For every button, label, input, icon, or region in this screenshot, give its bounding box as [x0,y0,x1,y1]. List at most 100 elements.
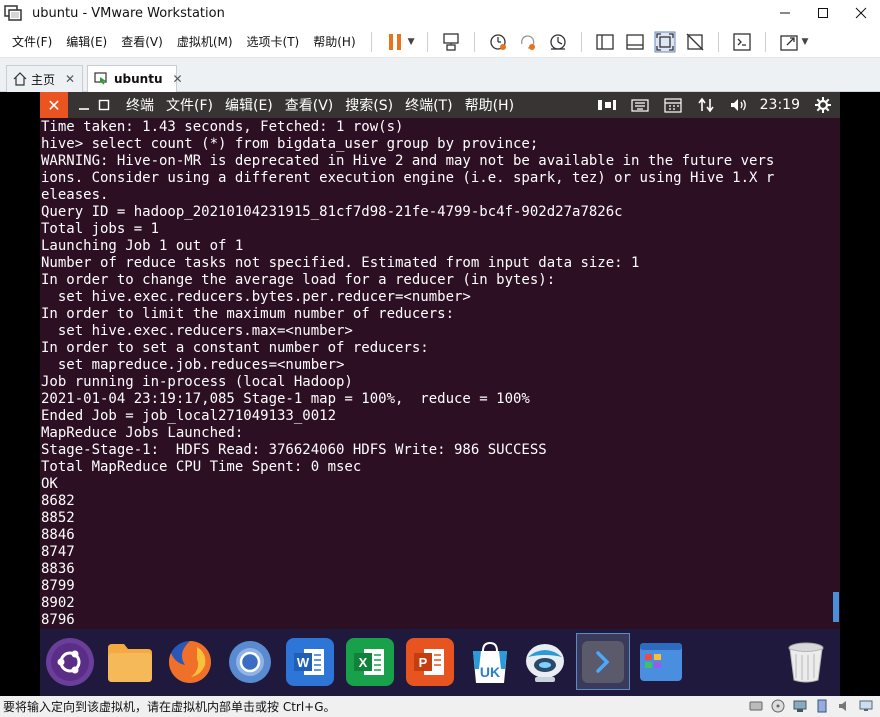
snapshot-manager-icon[interactable] [545,29,571,55]
terminal-line: set hive.exec.reducers.bytes.per.reducer… [41,289,471,305]
terminal-minimize-button[interactable] [74,92,94,118]
wps-presentation-icon[interactable]: P [406,638,454,686]
menu-file[interactable]: 文件(F) [5,33,59,50]
wps-spreadsheet-icon[interactable]: X [346,638,394,686]
window-title: ubuntu - VMware Workstation [32,5,225,21]
status-message: 要将输入定向到该虚拟机，请在虚拟机内部单击或按 Ctrl+G。 [3,700,336,714]
tab-home[interactable]: 主页 ✕ [6,65,83,92]
firefox-icon[interactable] [166,638,214,686]
terminal-menu-help[interactable]: 帮助(H) [465,95,514,115]
terminal-menu-terminal[interactable]: 终端(T) [405,95,452,115]
tab-bar: 主页 ✕ ubuntu ✕ [0,58,880,92]
terminal-line: hive> select count (*) from bigdata_user… [41,136,539,152]
full-screen-icon[interactable] [652,29,678,55]
terminal-line: 2021-01-04 23:19:17,085 Stage-1 map = 10… [41,391,530,407]
device-status-icons [742,698,874,714]
snapshot-icon[interactable] [485,29,511,55]
ubuntu-icon[interactable] [46,638,94,686]
close-button[interactable] [842,0,880,26]
wps-writer-letter: W [297,655,310,670]
ubuntu-kylin-store-icon[interactable]: UK [466,638,514,686]
tab-label: 主页 [31,72,56,87]
toolbar-separator [426,31,428,52]
vmware-logo-icon [4,5,22,21]
app-grid-icon[interactable] [637,638,685,686]
terminal-menu-view[interactable]: 查看(V) [285,95,334,115]
menu-tabs[interactable]: 选项卡(T) [240,33,307,50]
maximize-button[interactable] [804,0,842,26]
stretch-guest-icon[interactable] [776,29,802,55]
menu-vm[interactable]: 虚拟机(M) [170,33,240,50]
thumbnail-bar-icon[interactable] [622,29,648,55]
network-icon[interactable] [695,92,717,118]
media-player-icon[interactable] [521,638,569,686]
show-library-icon[interactable] [592,29,618,55]
terminal-line: In order to limit the maximum number of … [41,306,455,322]
terminal-line: 8796 [41,612,75,628]
menu-toolbar: 文件(F) 编辑(E) 查看(V) 虚拟机(M) 选项卡(T) 帮助(H) ▼ [0,26,880,58]
toolbar-separator [580,31,582,52]
chromium-icon[interactable] [226,638,274,686]
gear-icon[interactable] [812,92,834,118]
title-bar: ubuntu - VMware Workstation [0,0,880,26]
menu-edit[interactable]: 编辑(E) [59,33,114,50]
terminal-line: 8852 [41,510,75,526]
hard-disk-icon[interactable] [748,698,764,714]
display-icon[interactable] [858,698,874,714]
terminal-menu-file[interactable]: 文件(F) [166,95,213,115]
keyboard-icon[interactable] [629,92,651,118]
tab-ubuntu[interactable]: ubuntu ✕ [87,65,183,92]
terminal-line: In order to set a constant number of red… [41,340,429,356]
menu-help[interactable]: 帮助(H) [306,33,362,50]
close-icon[interactable]: ✕ [65,72,75,86]
revert-snapshot-icon[interactable] [515,29,541,55]
terminal-line: set hive.exec.reducers.max=<number> [41,323,353,339]
sound-card-icon[interactable] [836,698,852,714]
unity-mode-icon[interactable] [682,29,708,55]
minimize-button[interactable] [766,0,804,26]
stretch-dropdown-icon[interactable]: ▼ [802,37,809,47]
terminal-menu-edit[interactable]: 编辑(E) [225,95,273,115]
toolbar-separator [764,31,766,52]
terminal-line: 8836 [41,561,75,577]
tab-label: ubuntu [114,72,163,86]
volume-icon[interactable] [728,92,750,118]
network-adapter-icon[interactable] [792,698,808,714]
console-view-icon[interactable] [729,29,755,55]
home-icon [13,72,27,86]
send-ctrl-alt-del-icon[interactable] [438,29,464,55]
terminal-line: 8682 [41,493,75,509]
terminal-icon[interactable] [579,638,627,686]
guest-display[interactable]: ✕ 终端 文件(F) 编辑(E) 查看(V) 搜索(S) 终端(T) 帮助(H) [0,92,880,696]
menu-view[interactable]: 查看(V) [114,33,170,50]
calendar-icon[interactable] [662,92,684,118]
terminal-maximize-button[interactable] [94,92,114,118]
trash-icon[interactable] [782,638,830,686]
files-icon[interactable] [106,638,154,686]
terminal-line: Ended Job = job_local271049133_0012 [41,408,337,424]
terminal-line: Total jobs = 1 [41,221,160,237]
input-method-icon[interactable] [596,92,618,118]
terminal-scrollbar-thumb[interactable] [833,592,839,622]
terminal-header-bar: ✕ 终端 文件(F) 编辑(E) 查看(V) 搜索(S) 终端(T) 帮助(H) [40,92,840,118]
cd-rom-icon[interactable] [770,698,786,714]
terminal-line: MapReduce Jobs Launched: [41,425,244,441]
wps-presentation-letter: P [419,655,428,670]
terminal-line: 8902 [41,595,75,611]
pause-icon[interactable] [382,29,408,55]
pause-dropdown-icon[interactable]: ▼ [408,37,415,47]
terminal-line: 8846 [41,527,75,543]
terminal-close-button[interactable]: ✕ [40,92,68,118]
clock[interactable]: 23:19 [760,97,800,113]
terminal-line: Number of reduce tasks not specified. Es… [41,255,640,271]
usb-icon[interactable] [814,698,830,714]
terminal-line: eleases. [41,187,109,203]
terminal-output[interactable]: Time taken: 1.43 seconds, Fetched: 1 row… [41,119,831,629]
wps-writer-icon[interactable]: W [286,638,334,686]
ubuntu-desktop[interactable]: ✕ 终端 文件(F) 编辑(E) 查看(V) 搜索(S) 终端(T) 帮助(H) [40,92,840,696]
close-icon[interactable]: ✕ [173,72,183,86]
terminal-line: OK [41,476,58,492]
terminal-app-title: 终端 [126,98,154,114]
terminal-line: Launching Job 1 out of 1 [41,238,244,254]
terminal-menu-search[interactable]: 搜索(S) [345,95,393,115]
